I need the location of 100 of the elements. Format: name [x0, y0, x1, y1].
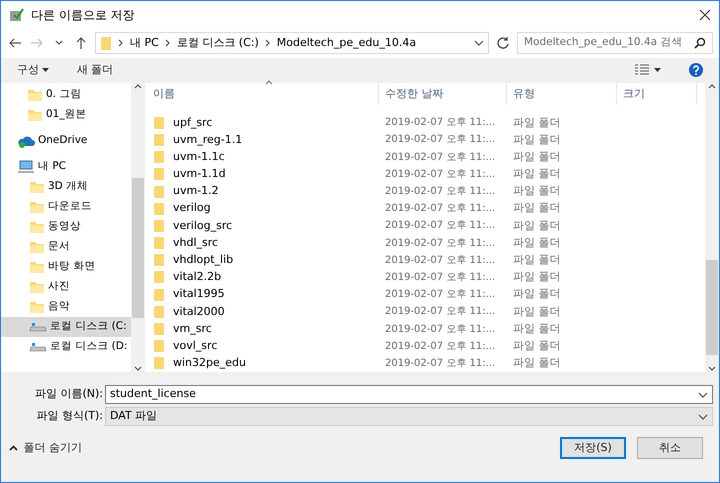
- file-row-name[interactable]: upf_src: [147, 114, 379, 132]
- date-cell-text: 2019-02-07 오후 11:...: [384, 116, 496, 130]
- chevron-right-icon: [118, 39, 124, 48]
- folder-icon: [153, 322, 165, 336]
- date-cell-text: 2019-02-07 오후 11:...: [384, 236, 496, 251]
- file-row-name[interactable]: verilog: [147, 200, 379, 217]
- sidebar-item[interactable]: 음악: [1, 297, 131, 318]
- date-cell-text: 2019-02-07 오후 11:...: [384, 322, 496, 337]
- column-header[interactable]: 유형: [507, 83, 617, 106]
- caret-icon: [42, 68, 49, 72]
- file-row-name[interactable]: vovl_src: [147, 338, 379, 354]
- chevron-right-icon: [264, 39, 271, 48]
- sidebar-item[interactable]: 다운로드: [1, 197, 131, 218]
- sidebar-item[interactable]: 01_원본: [1, 105, 131, 126]
- file-row-name[interactable]: vital2000: [147, 304, 379, 320]
- breadcrumb-item[interactable]: 내 PC: [130, 34, 159, 52]
- type-cell-text: 파일 폴더: [512, 320, 562, 337]
- chevron-down-icon: [134, 366, 142, 372]
- date-cell-text: 2019-02-07 오후 11:...: [384, 185, 496, 200]
- sidebar-item[interactable]: 내 PC: [1, 157, 131, 178]
- folder-icon: [153, 339, 165, 354]
- date-cell-text: 2019-02-07 오후 11:...: [384, 219, 496, 234]
- search-field[interactable]: Modeltech_pe_edu_10.4a 검색: [517, 32, 713, 54]
- folder-icon: [153, 116, 165, 130]
- breadcrumb-item[interactable]: 로컬 디스크 (C:): [176, 34, 259, 52]
- file-row-name[interactable]: uvm-1.1c: [147, 148, 379, 166]
- file-row-name[interactable]: uvm-1.1d: [147, 166, 379, 183]
- folder-icon: [100, 35, 112, 52]
- date-cell-text: 2019-02-07 오후 11:...: [384, 270, 496, 285]
- type-cell-text: 파일 폴더: [512, 304, 562, 320]
- date-cell-text: 2019-02-07 오후 11:...: [384, 340, 496, 354]
- date-cell-text: 2019-02-07 오후 11:...: [384, 305, 496, 320]
- file-row-name[interactable]: vital1995: [147, 286, 379, 303]
- scrollbar-thumb[interactable]: [706, 260, 718, 356]
- sidebar-item[interactable]: 문서: [1, 237, 131, 258]
- hide-folders-button[interactable]: 폴더 숨기기: [9, 440, 82, 456]
- address-bar[interactable]: 내 PC 로컬 디스크 (C:) Modeltech_pe_edu_10.4a: [95, 32, 489, 54]
- file-row-name[interactable]: vm_src: [147, 320, 379, 338]
- app-icon: [9, 6, 25, 23]
- field-label: 파일 이름(N):: [34, 386, 104, 402]
- date-cell-text: 2019-02-07 오후 11:...: [384, 254, 496, 268]
- close-button[interactable]: [699, 8, 711, 21]
- type-cell-text: 파일 폴더: [512, 286, 562, 302]
- up-icon: [74, 37, 88, 50]
- sidebar-item[interactable]: 로컬 디스크 (C:: [1, 317, 131, 338]
- folder-icon: [29, 179, 45, 196]
- folder-icon: [153, 132, 165, 147]
- file-type-dropdown[interactable]: DAT 파일: [105, 407, 713, 426]
- scrollbar-thumb[interactable]: [132, 178, 144, 318]
- date-cell-text: 2019-02-07 오후 11:...: [384, 168, 496, 182]
- sidebar-item[interactable]: 사진: [1, 277, 131, 298]
- type-cell-text: 파일 폴더: [512, 218, 562, 234]
- type-cell-text: 파일 폴더: [512, 114, 562, 131]
- date-cell-text: 2019-02-07 오후 11:...: [384, 288, 496, 302]
- file-row-name[interactable]: uvm_reg-1.1: [147, 132, 379, 148]
- type-cell-text: 파일 폴더: [512, 252, 562, 268]
- file-row-name[interactable]: win32pe_edu: [147, 355, 379, 372]
- cloud-icon: [17, 134, 35, 148]
- type-cell-text: 파일 폴더: [512, 200, 562, 216]
- sidebar-item[interactable]: 로컬 디스크 (D:: [1, 337, 131, 358]
- view-button[interactable]: [634, 64, 661, 76]
- file-row-name[interactable]: vhdl_src: [147, 234, 379, 252]
- folder-icon: [153, 167, 165, 182]
- folder-icon: [27, 87, 43, 104]
- type-cell-text: 파일 폴더: [512, 166, 562, 182]
- file-type-value: DAT 파일: [110, 408, 158, 424]
- window-title: 다른 이름으로 저장: [31, 6, 136, 24]
- folder-icon: [153, 288, 165, 302]
- chevron-up-icon: [134, 83, 142, 90]
- cancel-button[interactable]: 취소: [637, 437, 703, 459]
- forward-icon: [30, 37, 44, 50]
- date-cell-text: 2019-02-07 오후 11:...: [384, 133, 496, 148]
- file-name-field[interactable]: student_license: [105, 385, 713, 404]
- folder-icon: [153, 184, 165, 199]
- sidebar-item[interactable]: OneDrive: [1, 131, 131, 152]
- folder-icon: [29, 279, 45, 296]
- list-view-icon: [634, 64, 648, 76]
- column-header[interactable]: 이름: [147, 83, 379, 106]
- column-header[interactable]: 크기: [617, 83, 697, 106]
- sidebar-item[interactable]: 동영상: [1, 217, 131, 238]
- save-button[interactable]: 저장(S): [560, 437, 626, 459]
- file-row-name[interactable]: vital2.2b: [147, 269, 379, 286]
- file-row-name[interactable]: verilog_src: [147, 218, 379, 234]
- file-row-name[interactable]: vhdlopt_lib: [147, 252, 379, 269]
- column-header[interactable]: 수정한 날짜: [379, 83, 507, 106]
- folder-icon: [29, 259, 45, 276]
- search-placeholder: Modeltech_pe_edu_10.4a 검색: [524, 35, 682, 50]
- file-row-name[interactable]: uvm-1.2: [147, 183, 379, 200]
- sidebar-item[interactable]: 0. 그림: [1, 85, 131, 106]
- help-button[interactable]: [689, 63, 703, 78]
- breadcrumb-item[interactable]: Modeltech_pe_edu_10.4a: [276, 34, 416, 52]
- type-cell-text: 파일 폴더: [512, 234, 562, 251]
- type-cell-text: 파일 폴더: [512, 338, 562, 354]
- organize-button[interactable]: 구성: [17, 62, 49, 79]
- new-folder-button[interactable]: 새 폴더: [76, 62, 114, 79]
- type-cell-text: 파일 폴더: [512, 269, 562, 286]
- sidebar-item[interactable]: 바탕 화면: [1, 257, 131, 278]
- sidebar-item[interactable]: 3D 개체: [1, 177, 131, 198]
- folder-icon: [153, 253, 165, 268]
- date-cell-text: 2019-02-07 오후 11:...: [384, 202, 496, 216]
